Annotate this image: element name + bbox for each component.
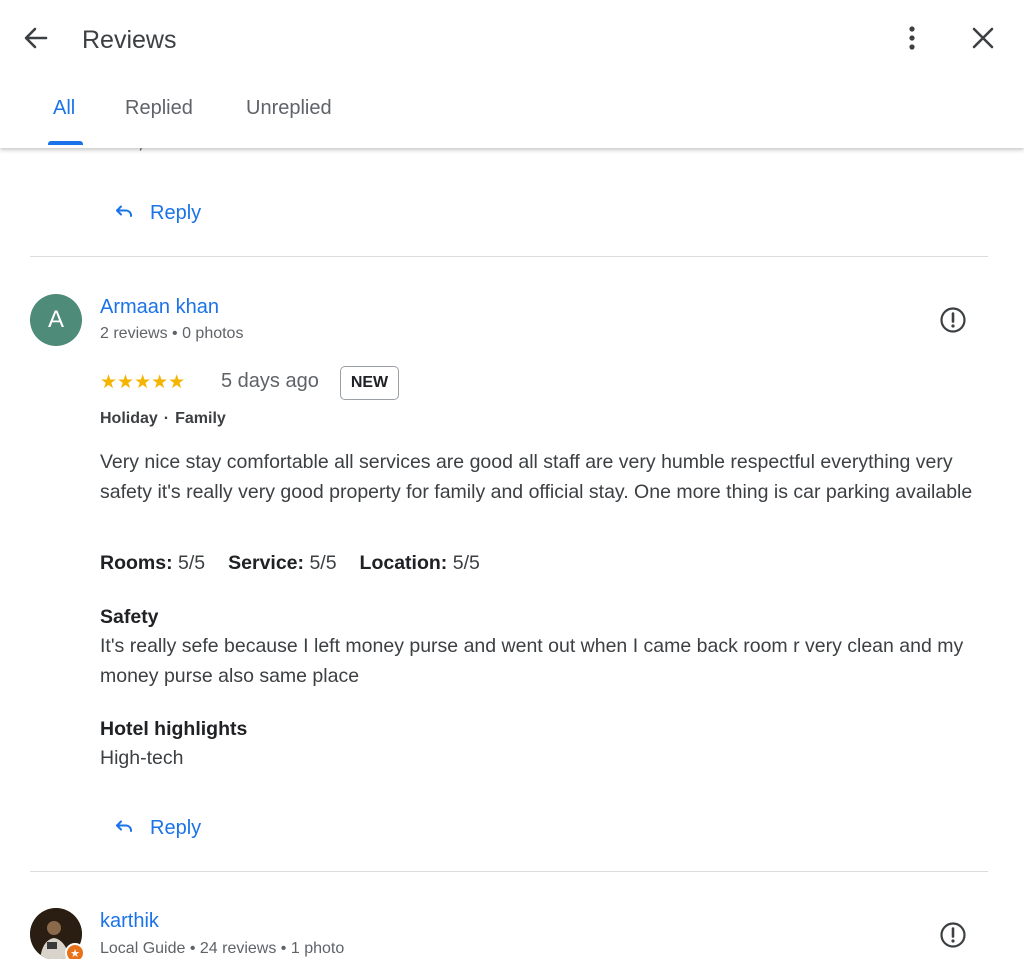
category-ratings: Rooms: 5/5 Service: 5/5 Location: 5/5 — [100, 552, 480, 575]
report-review-button[interactable] — [937, 306, 969, 338]
rating-label: Location: — [359, 552, 448, 574]
arrow-back-icon — [22, 24, 50, 57]
back-button[interactable] — [18, 22, 54, 58]
star-rating: ★★★★★ — [100, 372, 186, 393]
highlights-text: High-tech — [100, 747, 184, 769]
trip-separator: · — [163, 410, 170, 427]
review-author-meta: 2 reviews • 0 photos — [100, 325, 244, 342]
rating-location: Location: 5/5 — [360, 552, 480, 575]
tab-unreplied[interactable]: Unreplied — [246, 97, 332, 120]
more-vert-icon — [908, 25, 916, 56]
close-button[interactable] — [964, 22, 1002, 58]
review-author-meta: Local Guide • 24 reviews • 1 photo — [100, 940, 345, 957]
safety-title: Safety — [100, 606, 159, 628]
reply-label: Reply — [150, 816, 202, 839]
close-icon — [971, 26, 995, 55]
review-author-name[interactable]: karthik — [100, 910, 159, 933]
report-review-button[interactable] — [937, 921, 969, 953]
rating-rooms: Rooms: 5/5 — [100, 552, 205, 575]
report-icon — [939, 921, 967, 954]
reviews-header: Reviews All Replied Unreplied — [0, 0, 1024, 148]
rating-label: Service: — [228, 552, 305, 574]
reply-icon — [112, 198, 136, 228]
more-options-button[interactable] — [896, 22, 928, 58]
trip-info: Holiday · Family — [100, 410, 226, 428]
review-text: Very nice stay comfortable all services … — [100, 451, 973, 503]
reply-label: Reply — [150, 201, 202, 224]
trip-type: Holiday — [100, 410, 158, 427]
report-icon — [939, 306, 967, 339]
new-badge: NEW — [340, 366, 399, 400]
tab-replied[interactable]: Replied — [125, 97, 193, 120]
rating-service: Service: 5/5 — [228, 552, 336, 575]
rating-value: 5/5 — [452, 552, 480, 574]
avatar[interactable]: A — [30, 294, 82, 346]
safety-text: It's really sefe because I left money pu… — [100, 635, 964, 687]
divider — [30, 256, 988, 257]
rating-label: Rooms: — [100, 552, 173, 574]
highlights-title: Hotel highlights — [100, 718, 248, 740]
page-title: Reviews — [82, 26, 177, 54]
rating-value: 5/5 — [309, 552, 337, 574]
local-guide-icon: ★ — [65, 943, 85, 959]
reply-icon — [112, 813, 136, 843]
active-tab-indicator — [48, 141, 83, 145]
trip-with: Family — [175, 410, 226, 427]
tab-all[interactable]: All — [53, 97, 75, 120]
avatar[interactable]: ★ — [30, 908, 85, 959]
rating-value: 5/5 — [178, 552, 206, 574]
reply-button[interactable]: Reply — [112, 813, 201, 843]
review-author-name[interactable]: Armaan khan — [100, 296, 219, 319]
divider — [30, 871, 988, 872]
avatar-letter: A — [47, 306, 64, 333]
review-date: 5 days ago — [221, 370, 319, 392]
reply-button[interactable]: Reply — [112, 198, 201, 228]
